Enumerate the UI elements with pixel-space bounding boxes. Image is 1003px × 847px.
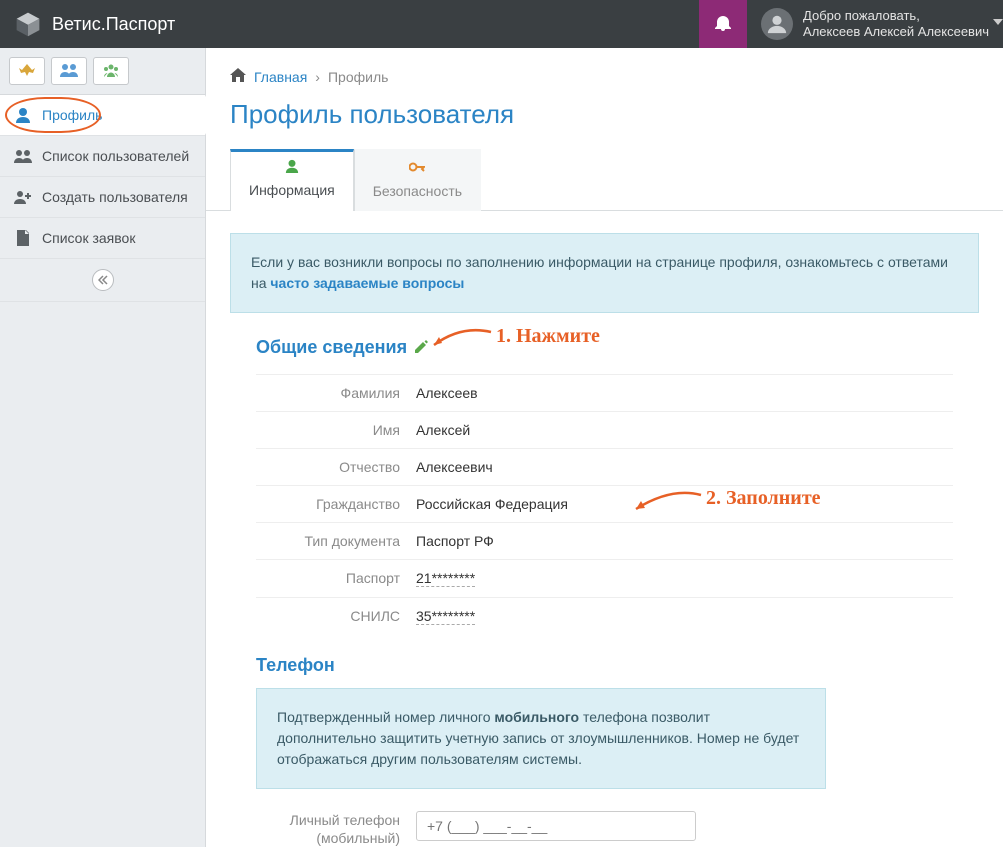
welcome-text: Добро пожаловать,	[803, 8, 989, 24]
field-label: Паспорт	[256, 570, 416, 587]
phone-banner-text-a: Подтвержденный номер личного	[277, 709, 494, 725]
field-value: Алексеевич	[416, 459, 493, 475]
section-general: Общие сведения 1. Нажмите 2. Заполните Ф…	[256, 337, 953, 847]
collapse-row	[0, 259, 205, 302]
logo-block: Ветис.Паспорт	[0, 10, 189, 38]
phone-label-b: (мобильный)	[316, 830, 400, 846]
phone-banner: Подтвержденный номер личного мобильного …	[256, 688, 826, 789]
notifications-button[interactable]	[699, 0, 747, 48]
logo-cube-icon	[14, 10, 42, 38]
user-name: Алексеев Алексей Алексеевич	[803, 24, 989, 40]
field-value: Алексеев	[416, 385, 478, 401]
field-lastname: Фамилия Алексеев	[256, 374, 953, 411]
sidebar-item-user-list[interactable]: Список пользователей	[0, 136, 205, 177]
tabs: Информация Безопасность	[206, 148, 1003, 211]
user-icon	[285, 159, 299, 178]
main-content: Главная › Профиль Профиль пользователя И…	[206, 48, 1003, 847]
tab-information[interactable]: Информация	[230, 149, 354, 211]
group-icon	[102, 63, 120, 80]
tab-security[interactable]: Безопасность	[354, 149, 481, 211]
chevron-left-double-icon	[98, 272, 108, 288]
faq-link[interactable]: часто задаваемые вопросы	[270, 275, 464, 291]
tab-label: Информация	[249, 182, 335, 198]
field-label: Отчество	[256, 459, 416, 475]
field-value: 35********	[416, 608, 475, 625]
collapse-sidebar-button[interactable]	[92, 269, 114, 291]
sidebar-item-requests[interactable]: Список заявок	[0, 218, 205, 259]
users-icon	[60, 63, 78, 80]
breadcrumb-home-link[interactable]: Главная	[254, 69, 307, 85]
sidebar-item-profile[interactable]: Профиль	[0, 95, 205, 136]
sidebar-item-create-user[interactable]: Создать пользователя	[0, 177, 205, 218]
topbar: Ветис.Паспорт Добро пожаловать, Алексеев…	[0, 0, 1003, 48]
breadcrumb-current: Профиль	[328, 69, 388, 85]
field-passport: Паспорт 21********	[256, 559, 953, 597]
user-icon	[14, 107, 32, 123]
field-value: 21********	[416, 570, 475, 587]
filter-button-users[interactable]	[51, 57, 87, 85]
sidebar-item-label: Создать пользователя	[42, 189, 188, 205]
field-snils: СНИЛС 35********	[256, 597, 953, 635]
breadcrumb: Главная › Профиль	[206, 48, 1003, 99]
field-citizenship: Гражданство Российская Федерация	[256, 485, 953, 522]
filter-button-eagle[interactable]	[9, 57, 45, 85]
field-label: Тип документа	[256, 533, 416, 549]
edit-button[interactable]	[415, 337, 429, 358]
bell-icon	[715, 15, 731, 34]
eagle-icon	[18, 63, 36, 80]
pencil-icon	[415, 337, 429, 357]
field-label: Имя	[256, 422, 416, 438]
field-value: Российская Федерация	[416, 496, 568, 512]
sidebar-item-label: Список пользователей	[42, 148, 189, 164]
document-icon	[14, 230, 32, 246]
user-menu[interactable]: Добро пожаловать, Алексеев Алексей Алекс…	[747, 8, 1003, 40]
user-plus-icon	[14, 190, 32, 204]
phone-input[interactable]	[416, 811, 696, 841]
section-general-title: Общие сведения	[256, 337, 407, 358]
filter-toolbar	[0, 48, 205, 95]
field-firstname: Имя Алексей	[256, 411, 953, 448]
field-value: Алексей	[416, 422, 470, 438]
chevron-right-icon: ›	[315, 69, 320, 85]
phone-label-a: Личный телефон	[290, 812, 400, 828]
field-label: СНИЛС	[256, 608, 416, 625]
users-icon	[14, 149, 32, 163]
filter-button-group[interactable]	[93, 57, 129, 85]
phone-banner-bold: мобильного	[494, 709, 579, 725]
sidebar: Профиль Список пользователей Создать пол…	[0, 48, 206, 847]
avatar-icon	[761, 8, 793, 40]
field-doctype: Тип документа Паспорт РФ	[256, 522, 953, 559]
tab-label: Безопасность	[373, 183, 462, 199]
key-icon	[409, 160, 425, 179]
field-patronymic: Отчество Алексеевич	[256, 448, 953, 485]
field-label: Фамилия	[256, 385, 416, 401]
app-title: Ветис.Паспорт	[52, 14, 175, 35]
faq-banner: Если у вас возникли вопросы по заполнени…	[230, 233, 979, 313]
sidebar-item-label: Профиль	[42, 107, 102, 123]
caret-down-icon	[993, 14, 1003, 30]
sidebar-item-label: Список заявок	[42, 230, 135, 246]
section-phone-title: Телефон	[256, 655, 953, 676]
phone-input-row: Личный телефон (мобильный)	[256, 811, 953, 847]
phone-input-label: Личный телефон (мобильный)	[256, 811, 416, 847]
page-title: Профиль пользователя	[206, 99, 1003, 148]
field-value: Паспорт РФ	[416, 533, 494, 549]
home-icon	[230, 68, 246, 85]
field-label: Гражданство	[256, 496, 416, 512]
